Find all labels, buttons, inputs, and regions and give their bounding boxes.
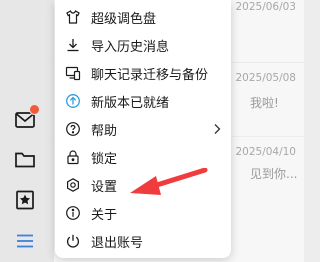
chat-preview: 我啦!	[250, 96, 279, 110]
chat-preview: 见到你...	[250, 167, 298, 181]
menu-item-import-history[interactable]: 导入历史消息	[55, 31, 231, 59]
menu-item-about[interactable]: 关于	[55, 199, 231, 227]
power-icon	[65, 233, 81, 249]
tshirt-icon	[65, 9, 81, 25]
menu-item-label: 设置	[91, 179, 118, 195]
menu-item-label: 超级调色盘	[91, 11, 157, 27]
menu-item-label: 退出账号	[91, 235, 144, 251]
menu-item-label: 导入历史消息	[91, 39, 170, 55]
notification-badge	[29, 104, 40, 115]
download-icon	[65, 37, 81, 53]
menu-item-label: 聊天记录迁移与备份	[91, 67, 209, 83]
settings-hexagon-icon	[65, 177, 81, 193]
update-arrow-icon	[65, 93, 81, 109]
chat-date: 2025/05/08	[235, 72, 296, 84]
device-transfer-icon	[65, 65, 81, 81]
menu-item-update-ready[interactable]: 新版本已就绪	[55, 87, 231, 115]
lock-icon	[65, 149, 81, 165]
chat-date: 2025/06/03	[235, 1, 296, 13]
sidebar	[0, 0, 54, 262]
chevron-right-icon	[214, 124, 221, 134]
menu-item-label: 关于	[91, 207, 118, 223]
menu-item-palette[interactable]: 超级调色盘	[55, 3, 231, 31]
main-menu-popup: 超级调色盘 导入历史消息 聊天记录迁移与备份 新版本已就绪 帮助 锁定 设置 关…	[55, 0, 231, 258]
menu-item-lock[interactable]: 锁定	[55, 143, 231, 171]
bookmark-star-icon[interactable]	[12, 187, 38, 213]
menu-item-logout[interactable]: 退出账号	[55, 227, 231, 255]
menu-item-help[interactable]: 帮助	[55, 115, 231, 143]
mail-icon[interactable]	[12, 104, 40, 133]
app-window: 2025/06/03 2025/05/08 我啦! 2025/04/10 见到你…	[0, 0, 304, 262]
menu-item-label: 帮助	[91, 123, 118, 139]
hamburger-menu-icon[interactable]	[12, 228, 38, 254]
menu-item-chat-migration[interactable]: 聊天记录迁移与备份	[55, 59, 231, 87]
menu-item-label: 锁定	[91, 151, 118, 167]
info-icon	[65, 205, 81, 221]
folder-icon[interactable]	[12, 146, 38, 172]
help-circle-icon	[65, 121, 81, 137]
annotation-arrow	[130, 168, 208, 195]
menu-item-label: 新版本已就绪	[91, 95, 170, 111]
chat-date: 2025/04/10	[235, 146, 296, 158]
